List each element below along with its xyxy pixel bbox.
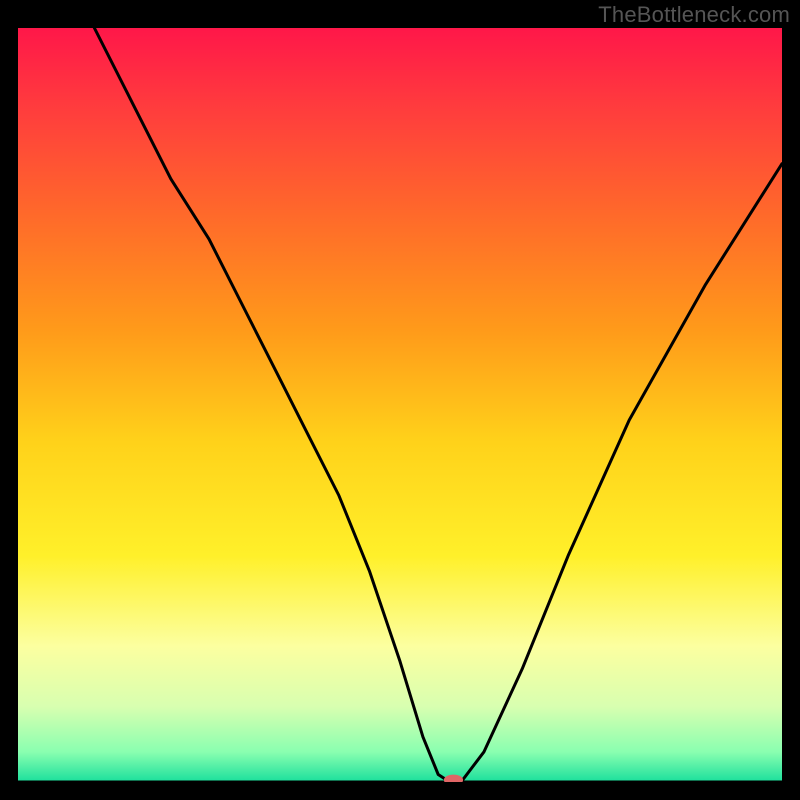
chart-frame: TheBottleneck.com xyxy=(0,0,800,800)
gradient-background xyxy=(18,28,782,782)
chart-svg xyxy=(18,28,782,782)
plot-area xyxy=(18,28,782,782)
watermark-text: TheBottleneck.com xyxy=(598,2,790,28)
